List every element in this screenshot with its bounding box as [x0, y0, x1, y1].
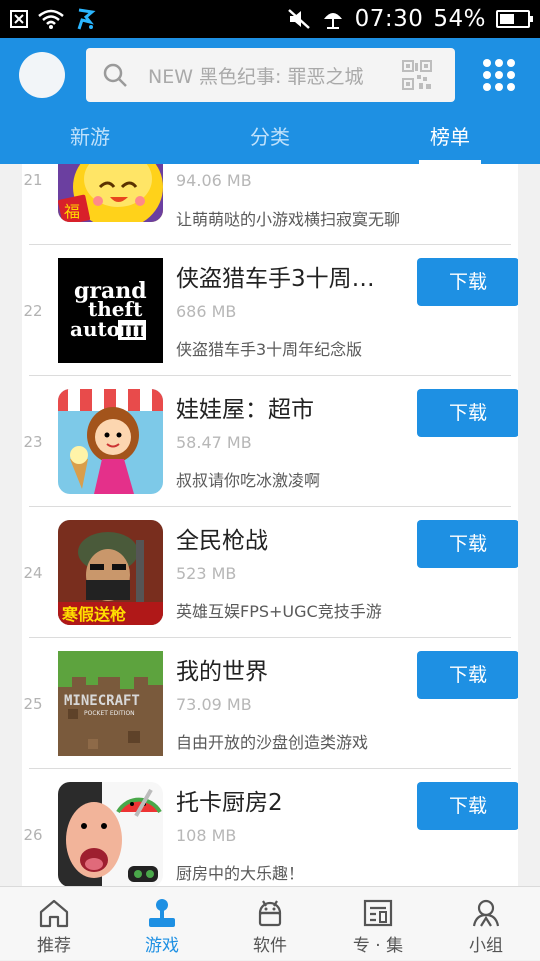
download-button[interactable]: 下载 [417, 520, 518, 568]
download-button[interactable]: 下载 [417, 258, 518, 306]
nav-software[interactable]: 软件 [216, 887, 324, 961]
mute-icon [287, 9, 310, 29]
search-icon [103, 63, 127, 87]
wifi-icon [38, 9, 64, 29]
fu-char: 福 [64, 202, 80, 221]
app-description: 自由开放的沙盘创造类游戏 [176, 733, 369, 752]
rank-number: 24 [23, 564, 43, 582]
battery-fill [500, 14, 515, 24]
nav-groups[interactable]: 小组 [432, 887, 540, 961]
app-icon-cute-chick: 福 [58, 164, 163, 222]
rank-number: 26 [23, 826, 43, 844]
nav-collections[interactable]: 专 · 集 [324, 887, 432, 961]
nav-label: 专 · 集 [352, 936, 404, 956]
app-size: 523 MB [176, 564, 237, 583]
status-bar: 07:30 54% [0, 0, 540, 38]
app-name: 侠盗猎车手3十周… [176, 266, 375, 292]
nav-label: 软件 [253, 936, 287, 956]
list-item[interactable]: 22 grand theft auto III 侠盗猎车手3十周… 686 MB… [22, 245, 518, 376]
app-flag-icon [77, 8, 96, 30]
battery-icon [496, 10, 533, 28]
battery-percentage: 54% [433, 6, 486, 32]
app-name: 我的世界 [176, 659, 268, 685]
list-item[interactable]: 26 托卡厨房2 108 MB 厨房中的大乐趣！ 下载 [22, 769, 518, 886]
app-size: 108 MB [176, 826, 237, 845]
chick-icon: 福 [58, 164, 163, 222]
list-item[interactable]: 23 娃娃屋：超市 58.47 MB 叔叔请你吃冰激凌啊 下载 [22, 376, 518, 507]
joystick-icon [149, 899, 175, 927]
gta-logo-line-3: auto [70, 317, 120, 341]
collection-icon [363, 899, 393, 927]
app-size: 94.06 MB [176, 171, 252, 190]
user-avatar[interactable] [19, 52, 65, 98]
notification-close-icon [10, 10, 28, 28]
app-name: 托卡厨房2 [176, 790, 283, 816]
nav-label: 游戏 [145, 936, 179, 956]
top-header: NEW 黑色纪事: 罪恶之城 新游 分类 榜单 [0, 38, 540, 164]
app-size: 686 MB [176, 302, 237, 321]
app-description: 叔叔请你吃冰激凌啊 [176, 471, 321, 490]
rank-number: 25 [23, 695, 43, 713]
apps-grid-icon[interactable] [482, 58, 516, 92]
toca-kitchen-icon [58, 782, 163, 886]
alarm-icon [323, 13, 342, 29]
app-icon-dollhouse [58, 389, 163, 494]
app-description: 厨房中的大乐趣！ [176, 864, 305, 883]
rank-number: 22 [23, 302, 43, 320]
search-bar[interactable]: NEW 黑色纪事: 罪恶之城 [86, 48, 455, 102]
list-item[interactable]: 21 福 94.06 MB 让萌萌哒的小游戏横扫寂寞无聊 [22, 164, 518, 240]
app-size: 58.47 MB [176, 433, 252, 452]
nav-recommend[interactable]: 推荐 [0, 887, 108, 961]
app-name: 娃娃屋：超市 [176, 397, 314, 423]
qr-scan-icon[interactable] [402, 60, 432, 90]
search-placeholder: NEW 黑色纪事: 罪恶之城 [148, 66, 364, 88]
tab-categories[interactable]: 分类 [210, 112, 330, 164]
app-description: 侠盗猎车手3十周年纪念版 [176, 340, 363, 359]
download-button[interactable]: 下载 [417, 651, 518, 699]
app-description: 英雄互娱FPS+UGC竞技手游 [176, 602, 382, 621]
app-description: 让萌萌哒的小游戏横扫寂寞无聊 [176, 210, 401, 229]
tab-new-games[interactable]: 新游 [30, 112, 150, 164]
list-item[interactable]: 24 寒假送枪 全民枪战 523 MB 英雄互娱FPS+UGC竞技手游 下载 [22, 507, 518, 638]
home-icon [39, 899, 69, 928]
group-icon [472, 899, 500, 927]
gta-logo-numeral: III [121, 322, 143, 341]
ranking-list: 21 福 94.06 MB 让萌萌哒的小游戏横扫寂寞无聊 22 grand th… [22, 164, 518, 886]
app-size: 73.09 MB [176, 695, 252, 714]
dollhouse-icon [58, 389, 163, 494]
android-icon [258, 900, 282, 927]
app-icon-toca-kitchen-2 [58, 782, 163, 886]
nav-label: 小组 [469, 936, 503, 956]
soldier-icon: 寒假送枪 [58, 520, 163, 625]
nav-games[interactable]: 游戏 [108, 887, 216, 961]
cf-banner-text: 寒假送枪 [61, 605, 126, 624]
minecraft-logo: MINECRAFT [64, 693, 140, 709]
nav-label: 推荐 [37, 936, 71, 956]
minecraft-block-icon: MINECRAFT POCKET EDITION [58, 651, 163, 756]
download-button[interactable]: 下载 [417, 782, 518, 830]
app-icon-gta3: grand theft auto III [58, 258, 163, 363]
rank-number: 21 [23, 171, 43, 189]
minecraft-edition: POCKET EDITION [84, 710, 135, 717]
app-name: 全民枪战 [176, 528, 268, 554]
rank-number: 23 [23, 433, 43, 451]
download-button[interactable]: 下载 [417, 389, 518, 437]
app-icon-minecraft: MINECRAFT POCKET EDITION [58, 651, 163, 756]
clock: 07:30 [354, 6, 424, 32]
gta-logo-icon: grand theft auto III [58, 258, 163, 363]
category-tabs: 新游 分类 榜单 [0, 112, 540, 164]
app-icon-quanmin-qiangzhan: 寒假送枪 [58, 520, 163, 625]
tab-rankings[interactable]: 榜单 [390, 112, 510, 164]
bottom-navigation: 推荐 游戏 软件 专 · 集 小组 [0, 886, 540, 960]
list-item[interactable]: 25 MINECRAFT POCKET EDITION 我的世界 73.09 M… [22, 638, 518, 769]
